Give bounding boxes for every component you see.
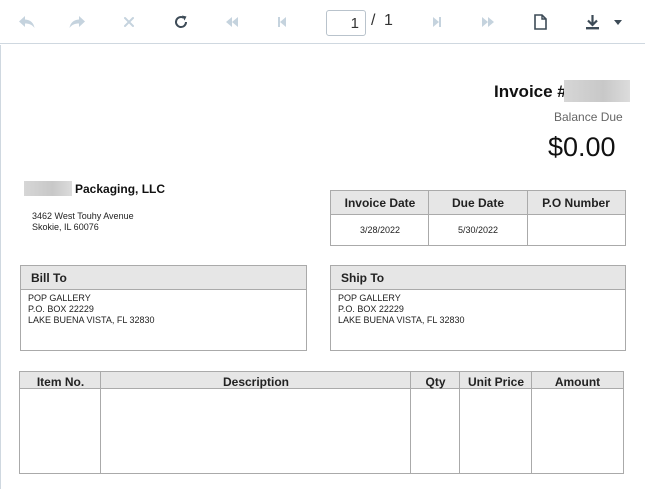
ship-to-line3: LAKE BUENA VISTA, FL 32830 <box>338 315 465 325</box>
last-page-icon <box>482 17 494 27</box>
po-number-value <box>527 216 625 244</box>
forward-arrow-icon <box>69 16 85 28</box>
refresh-icon <box>175 15 188 28</box>
previous-page-icon <box>278 17 286 27</box>
ship-to-line1: POP GALLERY <box>338 293 401 303</box>
export-dropdown-button[interactable] <box>606 10 630 34</box>
page-separator: / <box>371 12 376 29</box>
refresh-button[interactable] <box>169 10 193 34</box>
bill-to-line2: P.O. BOX 22229 <box>28 304 94 314</box>
document-icon <box>533 14 547 30</box>
due-date-header: Due Date <box>429 191 527 215</box>
first-page-icon <box>226 17 238 27</box>
first-page-button[interactable] <box>220 10 244 34</box>
print-layout-button[interactable] <box>528 10 552 34</box>
items-table: Item No. Description Qty Unit Price Amou… <box>19 371 624 474</box>
next-page-icon <box>433 17 441 27</box>
amount-header: Amount <box>532 372 623 389</box>
due-date-value: 5/30/2022 <box>457 225 499 235</box>
invoice-date-header: Invoice Date <box>331 191 429 215</box>
company-address-line2: Skokie, IL 60076 <box>32 222 99 232</box>
invoice-info-table: Invoice Date Due Date P.O Number 3/28/20… <box>330 190 626 246</box>
invoice-title: Invoice # <box>494 82 567 101</box>
redacted-company-prefix <box>24 181 72 196</box>
back-button[interactable] <box>15 10 39 34</box>
ship-to-line2: P.O. BOX 22229 <box>338 304 404 314</box>
item-no-header: Item No. <box>20 372 101 389</box>
forward-button[interactable] <box>65 10 89 34</box>
page-total: 1 <box>384 12 393 29</box>
last-page-button[interactable] <box>476 10 500 34</box>
company-address-line1: 3462 West Touhy Avenue <box>32 211 134 221</box>
report-viewer-toolbar: / 1 <box>0 0 645 44</box>
company-name: Packaging, LLC <box>75 182 166 196</box>
previous-page-button[interactable] <box>270 10 294 34</box>
download-icon <box>585 15 599 30</box>
description-header: Description <box>101 372 411 389</box>
stop-button[interactable] <box>117 10 141 34</box>
next-page-button[interactable] <box>425 10 449 34</box>
qty-header: Qty <box>411 372 460 389</box>
page-number-input[interactable] <box>326 10 366 36</box>
bill-to-label: Bill To <box>21 266 306 290</box>
balance-due-value: $0.00 <box>548 132 616 162</box>
invoice-date-value: 3/28/2022 <box>359 225 401 235</box>
bill-to-line3: LAKE BUENA VISTA, FL 32830 <box>28 315 155 325</box>
redacted-invoice-number <box>564 80 630 102</box>
back-arrow-icon <box>19 16 35 28</box>
ship-to-label: Ship To <box>331 266 625 290</box>
bill-to-box: Bill To POP GALLERY P.O. BOX 22229 LAKE … <box>20 265 307 351</box>
balance-due-label: Balance Due <box>554 110 623 124</box>
unit-price-header: Unit Price <box>460 372 532 389</box>
close-icon <box>124 17 134 27</box>
po-number-header: P.O Number <box>527 191 625 215</box>
dropdown-caret-icon <box>614 19 622 25</box>
bill-to-line1: POP GALLERY <box>28 293 91 303</box>
ship-to-box: Ship To POP GALLERY P.O. BOX 22229 LAKE … <box>330 265 626 351</box>
export-button[interactable] <box>580 10 604 34</box>
